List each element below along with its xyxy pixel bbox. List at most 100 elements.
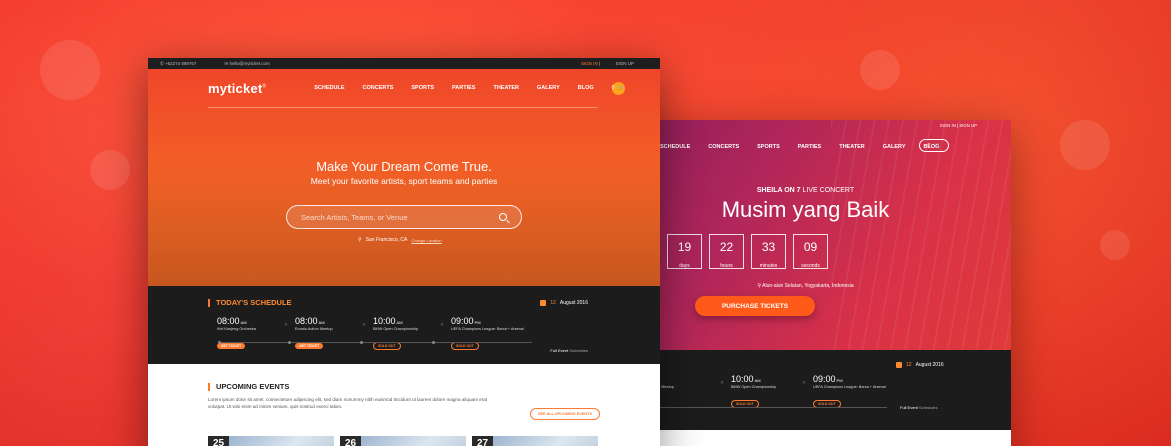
nav-galery[interactable]: GALERY [883,144,906,150]
event-location: ⚲ Alun-alun Selatan, Yogyakarta, Indones… [600,283,1011,289]
event-time: 10:00AM [731,374,761,384]
nav-theater[interactable]: THEATER [839,144,865,150]
nav-concerts[interactable]: CONCERTS [363,85,394,91]
nav-schedule[interactable]: SCHEDULE [660,144,690,150]
search-input[interactable]: Search Artists, Teams, or Venue [286,205,522,229]
schedules-label: Schedules [569,348,588,353]
sign-up-link[interactable]: SIGN UP [959,123,977,128]
nav-divider [208,107,598,108]
sign-in-link[interactable]: SIGN IN [940,123,956,128]
date-day: 12 [906,362,912,368]
countdown-value: 33 [761,240,776,254]
section-description: Lorem ipsum dolor sit amet, consectetuer… [208,397,488,409]
schedule-event: › 09:00PM UEFA Champions League: Barca +… [441,316,524,352]
cart-count: 0 [927,142,931,149]
map-pin-icon: ⚲ [757,283,762,289]
event-cards: 25 26 27 [208,436,598,446]
chevron-right-icon: › [721,380,723,386]
event-time: 10:00AM [373,316,403,326]
timeline-dot [360,340,363,344]
purchase-tickets-button[interactable]: PURCHASE TICKETS [695,296,815,316]
event-subtitle: SHEILA ON 7 LIVE CONCERT [600,187,1011,194]
concert-hero: SIGN IN | SIGN UP SCHEDULE CONCERTS SPOR… [600,120,1011,350]
schedule-events: Author Meetup › 10:00AM BMW Open Champio… [640,374,886,410]
countdown-value: 22 [719,240,734,254]
event-time: 08:00AM [217,316,247,326]
nav-concerts[interactable]: CONCERTS [708,144,739,150]
countdown-unit: days [679,263,690,269]
sign-up-link[interactable]: SIGN UP [615,61,634,66]
nav-sports[interactable]: SPORTS [757,144,780,150]
bokeh-light [1060,120,1110,170]
event-name: Envato Author Meetup [295,327,333,331]
section-title: UPCOMING EVENTS [208,382,600,391]
see-all-events-button[interactable]: SEE ALL UPCOMING EVENTS [529,408,600,420]
event-name: BMW Open Championship [373,327,418,331]
bokeh-light [860,50,900,90]
timeline-dot [288,340,291,344]
bokeh-light [1100,230,1130,260]
concert-page-mockup: SIGN IN | SIGN UP SCHEDULE CONCERTS SPOR… [600,120,1011,446]
nav-galery[interactable]: GALERY [537,85,560,91]
countdown-value: 09 [803,240,818,254]
schedule-events: 08:00AM Kiel Kanjeng Orchestra GET TICKE… [208,316,600,352]
full-schedule-link[interactable]: Full Event Schedules [550,348,588,353]
full-event-label: Full Event [900,405,918,410]
card-date: 25 [208,436,230,446]
schedule-event: › 10:00AM BMW Open Championship SOLD OUT [363,316,436,352]
schedule-event: 08:00AM Kiel Kanjeng Orchestra GET TICKE… [208,316,280,352]
auth-divider: | [957,123,959,128]
event-time: 09:00PM [451,316,481,326]
event-title: Musim yang Baik [721,197,890,222]
location-selector: ⚲ San Francisco, CA Change Location [358,237,442,243]
myticket-logo[interactable]: myticket® [208,81,266,96]
countdown: 19 days 22 hours 33 minutes 09 seconds [667,234,828,269]
date-month-year: August 2016 [915,362,944,368]
phone-number: ✆ +62274 889767 [160,60,197,66]
event-card[interactable]: 27 [472,436,598,446]
hero-subheadline: Meet your favorite artists, sport teams … [310,176,498,186]
nav-blog[interactable]: BLOG [578,85,594,91]
countdown-unit: seconds [801,263,820,269]
cart-icon: 🛒 [618,85,625,91]
sold-out-button[interactable]: SOLD OUT [451,342,479,350]
home-page-mockup: ✆ +62274 889767 ✉ hello@myticket.com SIG… [148,58,660,446]
chevron-right-icon: › [363,322,365,328]
card-date: 27 [472,436,494,446]
timeline-dot [432,340,435,344]
change-location-link[interactable]: Change Location [411,238,441,243]
event-card[interactable]: 25 [208,436,334,446]
timeline [218,340,532,344]
cart-button[interactable]: 0 🛒 [919,139,949,152]
schedule-event: › 08:00AM Envato Author Meetup GET TICKE… [285,316,358,352]
nav-sports[interactable]: SPORTS [411,85,434,91]
nav-theater[interactable]: THEATER [493,85,519,91]
schedule-strip: 12 August 2016 Author Meetup › 10:00AM B… [600,350,1011,430]
schedules-label: Schedules [918,405,938,410]
get-ticket-button[interactable]: GET TICKET [295,343,324,349]
location-text: Alun-alun Selatan, Yogyakarta, Indonesia [762,283,854,289]
event-card[interactable]: 26 [340,436,466,446]
countdown-unit: minutes [759,263,778,269]
event-name: BMW Open Championship [731,385,776,389]
search-placeholder: Search Artists, Teams, or Venue [301,212,408,222]
nav-parties[interactable]: PARTIES [798,144,821,150]
chevron-right-icon: › [803,380,805,386]
sold-out-button[interactable]: SOLD OUT [373,342,401,350]
event-name: UEFA Champions League: Barca + Arsenal [451,327,524,331]
cart-button[interactable]: 0 🛒 [611,81,625,95]
auth-links: SIGN IN | SIGN UP [581,61,648,66]
auth-divider: | [599,61,601,66]
search-icon[interactable] [499,213,507,221]
sign-in-link[interactable]: SIGN IN [581,61,598,66]
full-schedule-link[interactable]: Full Event Schedules [900,405,938,410]
artist-name: SHEILA ON 7 [756,187,801,194]
schedule-date: 12 August 2016 [896,362,944,368]
get-ticket-button[interactable]: GET TICKET [217,343,246,349]
map-pin-icon: ⚲ [358,237,362,243]
countdown-days: 19 days [667,234,702,269]
timeline [660,407,887,408]
countdown-hours: 22 hours [709,234,744,269]
nav-parties[interactable]: PARTIES [452,85,475,91]
nav-schedule[interactable]: SCHEDULE [314,85,344,91]
